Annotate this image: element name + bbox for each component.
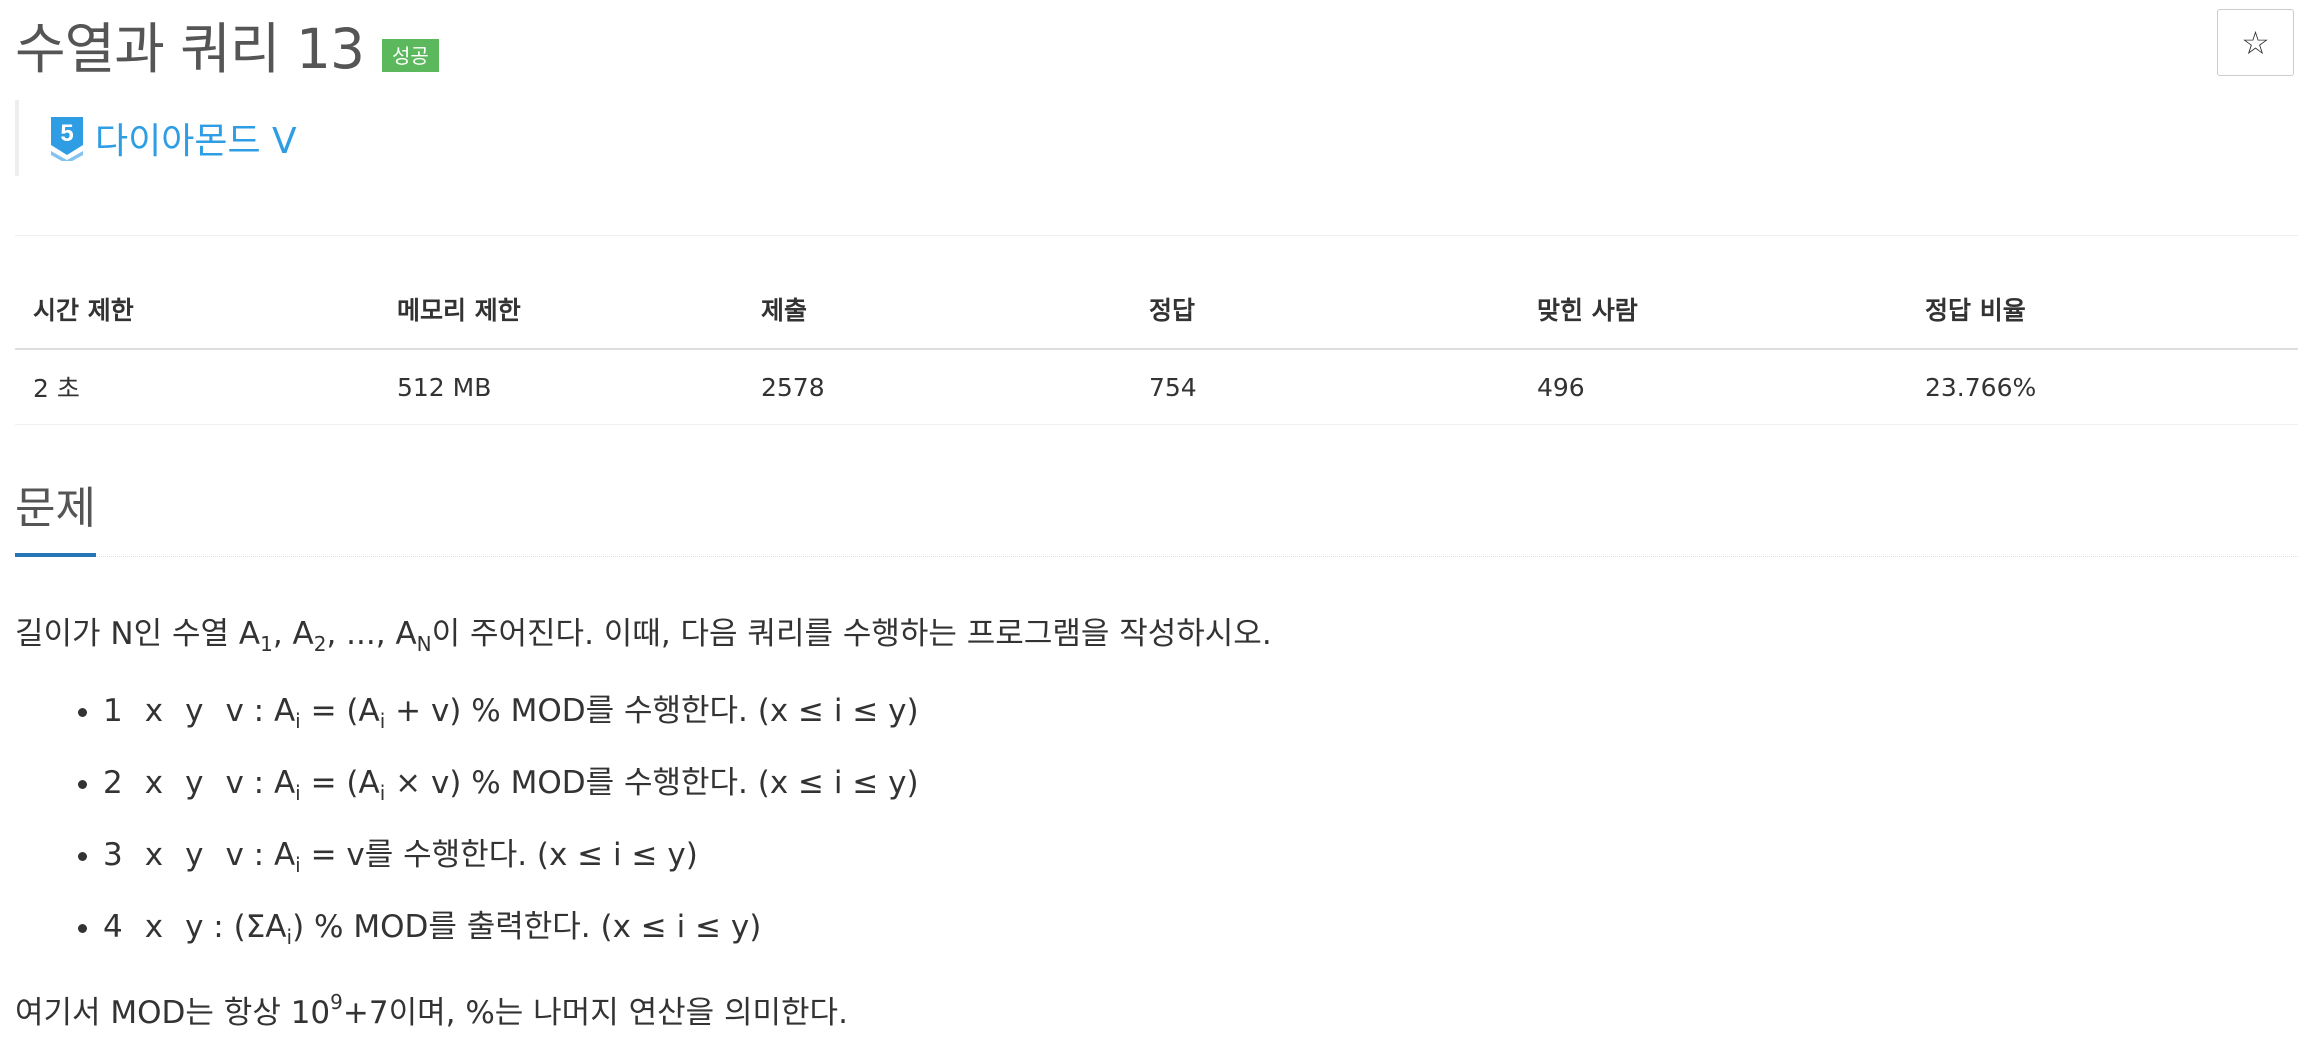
tier-number: 5 [60, 120, 73, 147]
query-list: 1xyv : Ai = (Ai + v) % MOD를 수행한다. (x ≤ i… [15, 688, 2285, 960]
star-button[interactable]: ☆ [2217, 9, 2294, 76]
header-time-limit: 시간 제한 [15, 270, 379, 350]
list-item: 1xyv : Ai = (Ai + v) % MOD를 수행한다. (x ≤ i… [103, 688, 2285, 744]
list-item: 2xyv : Ai = (Ai × v) % MOD를 수행한다. (x ≤ i… [103, 760, 2285, 816]
list-item: 4xy : (ΣAi) % MOD를 출력한다. (x ≤ i ≤ y) [103, 904, 2285, 960]
accept-ratio-value: 23.766% [1907, 349, 2298, 425]
header-solved-users: 맞힌 사람 [1519, 270, 1907, 350]
tier-label[interactable]: 다이아몬드 V [95, 112, 297, 164]
problem-info-table: 시간 제한 메모리 제한 제출 정답 맞힌 사람 정답 비율 2 초 512 M… [15, 270, 2298, 425]
divider [15, 235, 2298, 236]
header-submissions: 제출 [743, 270, 1131, 350]
header-memory-limit: 메모리 제한 [379, 270, 743, 350]
time-limit-value: 2 초 [15, 349, 379, 425]
problem-description: 길이가 N인 수열 A1, A2, ..., AN이 주어진다. 이때, 다음 … [15, 608, 2285, 1039]
diamond-tier-icon: 5 [51, 117, 83, 161]
tier-info: 5 다이아몬드 V [15, 100, 297, 176]
solved-users-value: 496 [1519, 349, 1907, 425]
intro-paragraph: 길이가 N인 수열 A1, A2, ..., AN이 주어진다. 이때, 다음 … [15, 616, 1272, 656]
problem-header: 수열과 쿼리 13 성공 [15, 14, 439, 84]
mod-paragraph: 여기서 MOD는 항상 109+7이며, %는 나머지 연산을 의미한다. [15, 990, 848, 1031]
status-badge: 성공 [381, 38, 439, 72]
memory-limit-value: 512 MB [379, 349, 743, 425]
table-row: 2 초 512 MB 2578 754 496 23.766% [15, 349, 2298, 425]
submissions-value: 2578 [743, 349, 1131, 425]
problem-section-header: 문제 [15, 480, 2298, 558]
header-accept-ratio: 정답 비율 [1907, 270, 2298, 350]
table-header-row: 시간 제한 메모리 제한 제출 정답 맞힌 사람 정답 비율 [15, 270, 2298, 350]
problem-title: 수열과 쿼리 13 [15, 16, 365, 81]
header-accepted: 정답 [1131, 270, 1519, 350]
section-title: 문제 [15, 480, 96, 558]
list-item: 3xyv : Ai = v를 수행한다. (x ≤ i ≤ y) [103, 832, 2285, 888]
accepted-value: 754 [1131, 349, 1519, 425]
